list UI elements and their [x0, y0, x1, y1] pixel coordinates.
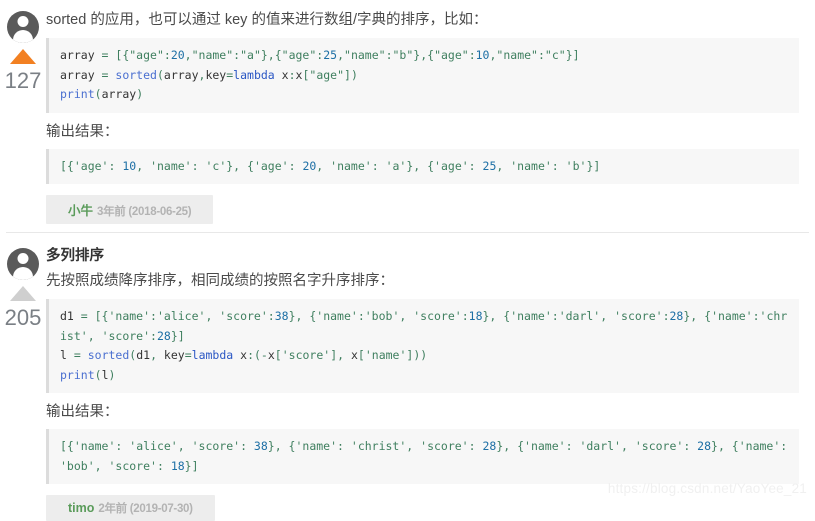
signature-username[interactable]: 小牛	[68, 204, 93, 218]
vote-count: 127	[4, 68, 42, 93]
output-block[interactable]: [{'age': 10, 'name': 'c'}, {'age': 20, '…	[46, 148, 799, 184]
answer-item: 205 多列排序 先按照成绩降序排序，相同成绩的按照名字升序排序： d1 = […	[0, 233, 815, 521]
avatar-head-icon	[17, 16, 29, 27]
code-block[interactable]: d1 = [{'name':'alice', 'score':38}, {'na…	[46, 299, 799, 393]
vote-column: 205	[0, 246, 46, 521]
avatar-body-icon	[13, 30, 33, 43]
code-block-wrapper: d1 = [{'name':'alice', 'score':38}, {'na…	[46, 299, 799, 393]
avatar-head-icon	[17, 253, 29, 264]
answer-item: 127 sorted 的应用，也可以通过 key 的值来进行数组/字典的排序，比…	[0, 0, 815, 224]
avatar	[7, 248, 39, 280]
upvote-arrow-icon[interactable]	[10, 49, 36, 64]
answer-title: 多列排序	[46, 248, 104, 264]
signature-username[interactable]: timo	[68, 501, 94, 515]
avatar	[7, 11, 39, 43]
output-label: 输出结果：	[46, 404, 119, 420]
upvote-arrow-icon[interactable]	[10, 286, 36, 301]
code-block-wrapper: array = [{"age":20,"name":"a"},{"age":25…	[46, 38, 799, 113]
output-block-wrapper: [{'age': 10, 'name': 'c'}, {'age': 20, '…	[46, 148, 799, 184]
answer-signature: 小牛 3年前 (2018-06-25)	[46, 195, 214, 224]
signature-timestamp: 3年前 (2018-06-25)	[97, 206, 192, 218]
answer-content: 多列排序 先按照成绩降序排序，相同成绩的按照名字升序排序： d1 = [{'na…	[46, 246, 815, 521]
answer-intro-text: sorted 的应用，也可以通过 key 的值来进行数组/字典的排序，比如：	[46, 12, 488, 28]
code-block[interactable]: array = [{"age":20,"name":"a"},{"age":25…	[46, 38, 799, 113]
answers-page: 127 sorted 的应用，也可以通过 key 的值来进行数组/字典的排序，比…	[0, 0, 815, 521]
output-block-wrapper: [{'name': 'alice', 'score': 38}, {'name'…	[46, 429, 799, 484]
output-block[interactable]: [{'name': 'alice', 'score': 38}, {'name'…	[46, 429, 799, 484]
vote-count: 205	[4, 305, 42, 330]
vote-column: 127	[0, 9, 46, 224]
watermark: https://blog.csdn.net/YaoYee_21	[607, 481, 807, 496]
answer-intro-text: 先按照成绩降序排序，相同成绩的按照名字升序排序：	[46, 273, 394, 289]
answer-signature: timo 2年前 (2019-07-30)	[46, 495, 215, 521]
answer-content: sorted 的应用，也可以通过 key 的值来进行数组/字典的排序，比如： a…	[46, 9, 815, 224]
signature-timestamp: 2年前 (2019-07-30)	[98, 503, 193, 515]
avatar-body-icon	[13, 267, 33, 280]
output-label: 输出结果：	[46, 123, 119, 140]
